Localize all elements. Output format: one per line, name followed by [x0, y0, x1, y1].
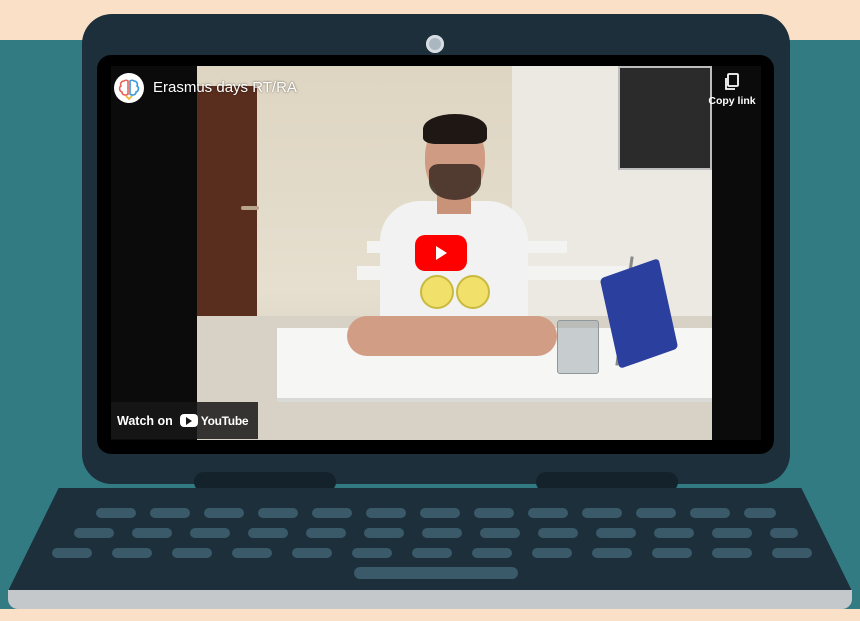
person-hair	[423, 114, 487, 144]
keyboard-key	[352, 548, 392, 558]
keyboard-key	[690, 508, 730, 518]
keyboard-key	[132, 528, 172, 538]
brain-logo-icon	[118, 79, 140, 100]
keyboard-key	[472, 548, 512, 558]
keyboard-key	[204, 508, 244, 518]
keyboard-key	[412, 548, 452, 558]
youtube-wordmark: YouTube	[200, 413, 249, 428]
person-beard	[429, 164, 481, 200]
spacebar	[354, 567, 518, 579]
door-handle	[241, 206, 259, 210]
keyboard-key	[528, 508, 568, 518]
youtube-logo: YouTube	[179, 413, 249, 428]
keyboard-key	[480, 528, 520, 538]
keyboard-key	[420, 508, 460, 518]
keyboard-key	[150, 508, 190, 518]
keyboard-key	[596, 528, 636, 538]
keyboard-key	[258, 508, 298, 518]
keyboard-key	[652, 548, 692, 558]
shirt-graphic	[420, 271, 490, 311]
keyboard-key	[190, 528, 230, 538]
copy-link-button[interactable]: Copy link	[706, 73, 758, 107]
keyboard-key	[52, 548, 92, 558]
person-hands	[347, 316, 557, 356]
copy-link-label: Copy link	[708, 95, 756, 107]
copy-icon	[725, 73, 739, 90]
webcam	[426, 35, 444, 53]
keyboard-key	[248, 528, 288, 538]
channel-avatar[interactable]	[114, 73, 144, 103]
youtube-logo-icon	[179, 414, 198, 427]
keyboard-key	[474, 508, 514, 518]
keyboard-key	[712, 548, 752, 558]
keyboard-key	[538, 528, 578, 538]
keyboard-key	[292, 548, 332, 558]
keyboard-key	[96, 508, 136, 518]
keyboard-key	[744, 508, 776, 518]
keyboard-key	[770, 528, 798, 538]
keyboard-key	[592, 548, 632, 558]
play-button[interactable]	[415, 235, 467, 271]
keyboard-key	[306, 528, 346, 538]
watch-on-youtube-button[interactable]: Watch on YouTube	[111, 402, 259, 439]
keyboard-key	[312, 508, 352, 518]
youtube-embed[interactable]: Erasmus days RT/RA Copy link Watch on Yo…	[111, 66, 761, 440]
keyboard-key	[772, 548, 812, 558]
keyboard-key	[112, 548, 152, 558]
background-bottom-band	[0, 609, 860, 621]
keyboard-key	[74, 528, 114, 538]
keyboard-key	[636, 508, 676, 518]
laptop-screen: Erasmus days RT/RA Copy link Watch on Yo…	[97, 55, 774, 454]
keyboard-key	[172, 548, 212, 558]
play-icon	[436, 246, 447, 260]
video-title[interactable]: Erasmus days RT/RA	[153, 79, 297, 96]
keyboard-key	[532, 548, 572, 558]
door	[197, 86, 259, 326]
watch-on-label: Watch on	[117, 413, 173, 428]
keyboard-base	[8, 590, 852, 609]
keyboard-key	[712, 528, 752, 538]
keyboard-key	[364, 528, 404, 538]
pencil-cup	[557, 320, 599, 374]
keyboard-key	[582, 508, 622, 518]
video-header: Erasmus days RT/RA Copy link	[111, 66, 761, 116]
keyboard-key	[366, 508, 406, 518]
keyboard-key	[422, 528, 462, 538]
keyboard-key	[654, 528, 694, 538]
keyboard-key	[232, 548, 272, 558]
